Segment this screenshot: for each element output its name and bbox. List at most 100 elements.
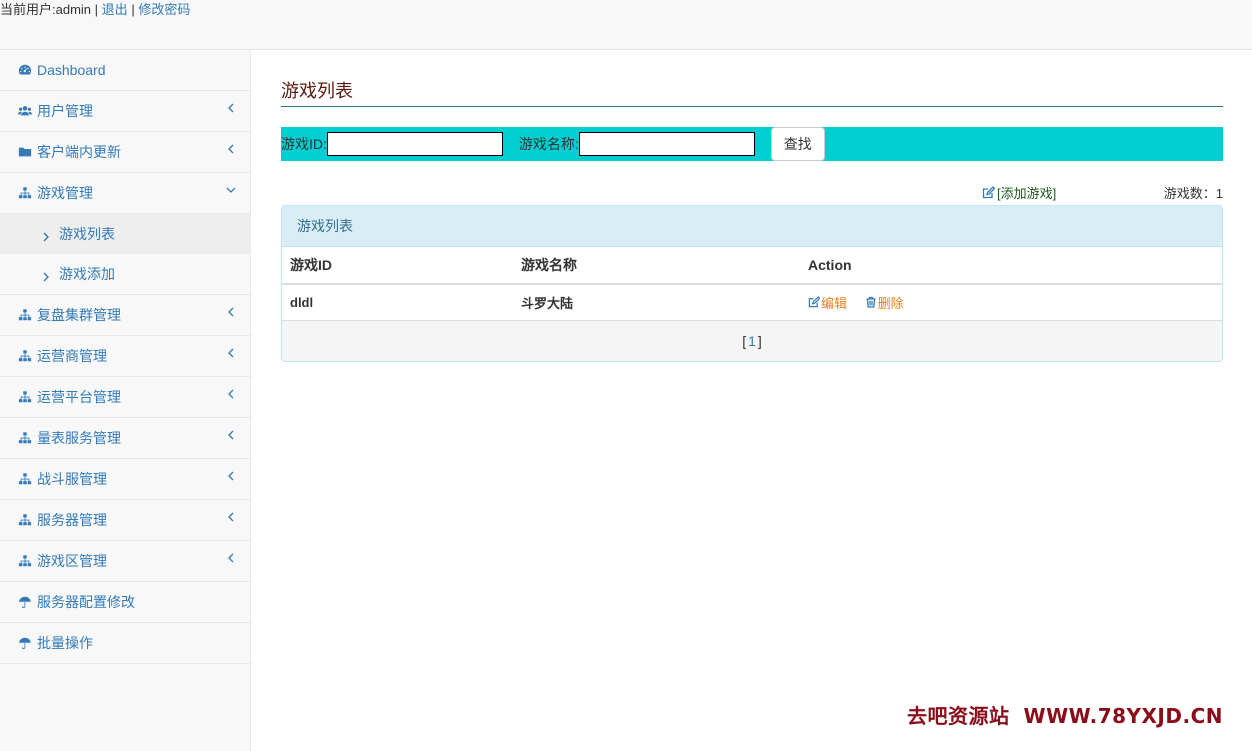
- game-name-label: 游戏名称:: [518, 136, 579, 152]
- sidebar-item-label: 运营商管理: [37, 348, 107, 364]
- chevron-left-icon: [226, 387, 236, 399]
- umbrella-icon: [17, 636, 32, 650]
- sitemap-icon: [17, 186, 32, 200]
- pagination-close: ]: [757, 332, 762, 349]
- chevron-right-icon: [42, 229, 50, 242]
- sidebar-item-label: Dashboard: [37, 62, 106, 78]
- cell-game-id: dldl: [282, 284, 513, 321]
- sidebar-item-label: 游戏管理: [37, 185, 93, 201]
- add-game-label: [添加游戏]: [997, 186, 1057, 201]
- pagination: [ 1 ]: [282, 320, 1222, 361]
- sidebar-item-label: 客户端内更新: [37, 144, 121, 160]
- delete-label: 删除: [877, 295, 904, 311]
- sitemap-icon: [17, 390, 32, 404]
- column-header: 游戏名称: [513, 247, 800, 285]
- watermark-text: 去吧资源站: [907, 704, 1010, 728]
- chevron-left-icon: [226, 101, 236, 113]
- dashboard-icon: [17, 63, 32, 77]
- sidebar-item-label: 用户管理: [37, 103, 93, 119]
- column-header: 游戏ID: [282, 247, 513, 285]
- sidebar-item-operator[interactable]: 运营商管理: [0, 336, 250, 377]
- separator: |: [94, 2, 99, 17]
- sidebar-item-game-zone[interactable]: 游戏区管理: [0, 541, 250, 582]
- watermark-url: WWW.78YXJD.CN: [1023, 704, 1223, 728]
- game-count: 游戏数：1: [1163, 186, 1223, 201]
- chevron-left-icon: [226, 142, 236, 154]
- sidebar-item-label: 运营平台管理: [37, 389, 121, 405]
- current-user-label: 当前用户:admin: [0, 2, 92, 17]
- chevron-left-icon: [226, 305, 236, 317]
- delete-link[interactable]: 删除: [865, 293, 904, 312]
- sidebar-item-scale-service[interactable]: 量表服务管理: [0, 418, 250, 459]
- chevron-right-icon: [42, 269, 50, 282]
- chevron-down-icon: [226, 183, 236, 195]
- sidebar-item-dashboard[interactable]: Dashboard: [0, 50, 250, 91]
- sitemap-icon: [17, 431, 32, 445]
- sidebar-subitem-game-list[interactable]: 游戏列表: [0, 214, 250, 254]
- trash-icon: [865, 296, 877, 308]
- sidebar-subitem-label: 游戏添加: [59, 266, 115, 282]
- sidebar-item-label: 游戏区管理: [37, 553, 107, 569]
- page-title: 游戏列表: [281, 80, 1223, 107]
- logout-link[interactable]: 退出: [102, 2, 128, 17]
- sidebar-subitem-label: 游戏列表: [59, 226, 115, 242]
- change-password-link[interactable]: 修改密码: [138, 2, 190, 17]
- sidebar-item-label: 批量操作: [37, 635, 93, 651]
- sidebar-item-operation-platform[interactable]: 运营平台管理: [0, 377, 250, 418]
- sidebar-item-game-management[interactable]: 游戏管理: [0, 173, 250, 214]
- search-button[interactable]: 查找: [770, 127, 825, 161]
- sitemap-icon: [17, 349, 32, 363]
- table-row: dldl 斗罗大陆 编辑 删除: [282, 284, 1222, 321]
- sidebar-item-label: 复盘集群管理: [37, 307, 121, 323]
- sidebar-item-client-update[interactable]: 客户端内更新: [0, 132, 250, 173]
- folder-icon: [17, 145, 32, 159]
- chevron-left-icon: [226, 346, 236, 358]
- sitemap-icon: [17, 554, 32, 568]
- sidebar-item-label: 量表服务管理: [37, 430, 121, 446]
- pagination-open: [: [742, 332, 747, 349]
- chevron-left-icon: [226, 551, 236, 563]
- game-list-panel: 游戏列表 游戏ID 游戏名称 Action dldl 斗罗大陆 编辑 删除 […: [281, 205, 1223, 362]
- game-submenu: 游戏列表 游戏添加: [0, 214, 250, 295]
- sidebar-item-batch-operation[interactable]: 批量操作: [0, 623, 250, 664]
- edit-label: 编辑: [821, 295, 848, 311]
- edit-icon: [808, 296, 820, 308]
- cell-actions: 编辑 删除: [800, 284, 1222, 321]
- separator: |: [131, 2, 135, 17]
- game-name-input[interactable]: [578, 132, 755, 156]
- game-id-input[interactable]: [326, 132, 503, 156]
- umbrella-icon: [17, 595, 32, 609]
- tool-row: [添加游戏] 游戏数：1: [281, 183, 1223, 201]
- sidebar-item-label: 战斗服管理: [37, 471, 107, 487]
- panel-title: 游戏列表: [282, 206, 1222, 247]
- sidebar-item-replay-cluster[interactable]: 复盘集群管理: [0, 295, 250, 336]
- game-id-label: 游戏ID:: [281, 136, 327, 152]
- chevron-left-icon: [226, 510, 236, 522]
- top-bar: 当前用户:admin | 退出 | 修改密码: [0, 0, 1252, 50]
- edit-icon: [982, 186, 996, 199]
- sitemap-icon: [17, 308, 32, 322]
- sidebar-item-server-config[interactable]: 服务器配置修改: [0, 582, 250, 623]
- sidebar-subitem-game-add[interactable]: 游戏添加: [0, 254, 250, 294]
- sidebar: Dashboard 用户管理 客户端内更新 游戏管理 游戏列表 游戏添加 复盘集…: [0, 50, 251, 751]
- sitemap-icon: [17, 513, 32, 527]
- watermark: 去吧资源站 WWW.78YXJD.CN: [907, 700, 1223, 729]
- search-bar: 游戏ID: 游戏名称: 查找: [281, 127, 1223, 161]
- add-game-link[interactable]: [添加游戏]: [982, 183, 1056, 202]
- cell-game-name: 斗罗大陆: [513, 284, 800, 321]
- chevron-left-icon: [226, 469, 236, 481]
- column-header: Action: [800, 247, 1222, 285]
- sidebar-item-label: 服务器配置修改: [37, 594, 135, 610]
- sidebar-item-battle-server[interactable]: 战斗服管理: [0, 459, 250, 500]
- sidebar-item-server-management[interactable]: 服务器管理: [0, 500, 250, 541]
- game-table: 游戏ID 游戏名称 Action dldl 斗罗大陆 编辑 删除: [282, 247, 1222, 321]
- chevron-left-icon: [226, 428, 236, 440]
- users-icon: [17, 104, 32, 118]
- sidebar-item-label: 服务器管理: [37, 512, 107, 528]
- main-content: 游戏列表 游戏ID: 游戏名称: 查找 [添加游戏] 游戏数：1 游戏列表 游戏…: [281, 50, 1223, 362]
- sitemap-icon: [17, 472, 32, 486]
- sidebar-item-user-management[interactable]: 用户管理: [0, 91, 250, 132]
- page-link[interactable]: 1: [748, 333, 756, 349]
- table-header-row: 游戏ID 游戏名称 Action: [282, 247, 1222, 285]
- edit-link[interactable]: 编辑: [808, 293, 847, 312]
